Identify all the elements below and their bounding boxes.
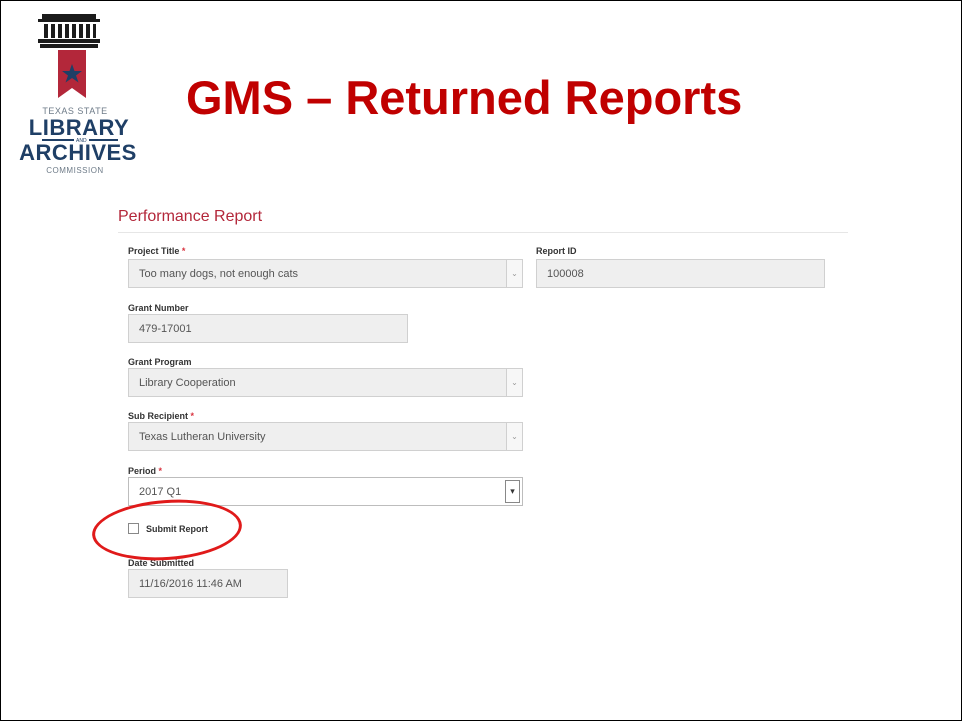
period-value: 2017 Q1 — [139, 486, 182, 498]
report-id-value: 100008 — [547, 268, 584, 280]
logo-archives: ARCHIVES — [19, 140, 137, 165]
report-id-field[interactable]: 100008 — [536, 259, 825, 288]
date-submitted-value: 11/16/2016 11:46 AM — [139, 578, 242, 590]
required-marker: * — [190, 411, 195, 421]
slide-title: GMS – Returned Reports — [186, 71, 743, 124]
required-marker: * — [158, 466, 163, 476]
sub-recipient-select[interactable]: Texas Lutheran University ⌄ — [128, 422, 523, 451]
chevron-down-icon[interactable]: ⌄ — [506, 369, 522, 396]
grant-program-select[interactable]: Library Cooperation ⌄ — [128, 368, 523, 397]
sub-recipient-label: Sub Recipient * — [128, 411, 195, 421]
grant-number-field[interactable]: 479-17001 — [128, 314, 408, 343]
grant-number-value: 479-17001 — [139, 323, 192, 335]
tslac-logo: TEXAS STATE LIBRARY AND ARCHIVES COMMISS… — [8, 14, 148, 175]
grant-program-value: Library Cooperation — [139, 377, 236, 389]
project-title-value: Too many dogs, not enough cats — [139, 268, 298, 280]
chevron-down-icon[interactable]: ▾ — [505, 480, 520, 503]
project-title-label: Project Title * — [128, 246, 186, 256]
project-title-select[interactable]: Too many dogs, not enough cats ⌄ — [128, 259, 523, 288]
chevron-down-icon[interactable]: ⌄ — [506, 423, 522, 450]
chevron-down-icon[interactable]: ⌄ — [506, 260, 522, 287]
period-label: Period * — [128, 466, 163, 476]
form-title: Performance Report — [118, 208, 263, 225]
form-divider — [118, 232, 848, 233]
required-marker: * — [181, 246, 186, 256]
report-id-label: Report ID — [536, 246, 577, 256]
sub-recipient-value: Texas Lutheran University — [139, 431, 266, 443]
date-submitted-field[interactable]: 11/16/2016 11:46 AM — [128, 569, 288, 598]
grant-program-label: Grant Program — [128, 357, 192, 367]
ribbon-star-icon — [58, 50, 86, 98]
building-icon — [38, 14, 100, 48]
logo-commission: COMMISSION — [46, 166, 104, 175]
grant-number-label: Grant Number — [128, 303, 189, 313]
